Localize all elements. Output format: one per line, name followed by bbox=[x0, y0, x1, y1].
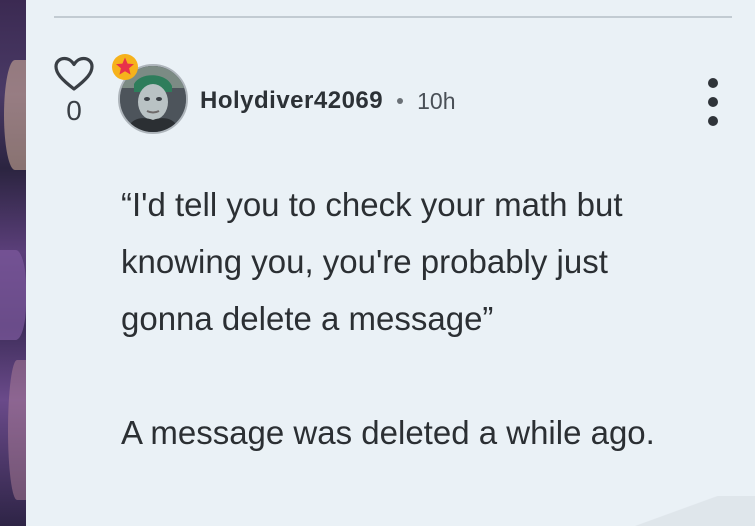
comment-screen: 0 Holydiver42069 10h “I'd tell you to ch… bbox=[0, 0, 755, 526]
separator-dot bbox=[397, 98, 404, 104]
avatar-container[interactable] bbox=[112, 54, 188, 134]
timestamp: 10h bbox=[417, 87, 456, 114]
comment-line: gonna delete a message” bbox=[121, 300, 494, 337]
more-vertical-icon bbox=[708, 116, 718, 126]
like-count: 0 bbox=[66, 95, 82, 126]
username[interactable]: Holydiver42069 bbox=[200, 87, 383, 115]
background-artwork-strip bbox=[0, 0, 26, 526]
comment-note: A message was deleted a while ago. bbox=[121, 414, 655, 451]
artwork-shape bbox=[0, 250, 26, 340]
more-options-button[interactable] bbox=[700, 78, 726, 126]
more-vertical-icon bbox=[708, 97, 718, 107]
comment-body: “I'd tell you to check your math but kno… bbox=[121, 176, 721, 461]
like-button[interactable] bbox=[52, 56, 96, 92]
artwork-shape bbox=[8, 360, 26, 500]
bottom-shadow bbox=[595, 496, 755, 526]
heart-outline-icon bbox=[54, 56, 94, 91]
comment-header: Holydiver42069 10h bbox=[200, 86, 455, 116]
comment-line: “I'd tell you to check your math but bbox=[121, 186, 623, 223]
comment-divider bbox=[54, 16, 732, 18]
star-badge-icon bbox=[112, 54, 138, 80]
comment-line: knowing you, you're probably just bbox=[121, 243, 608, 280]
more-vertical-icon bbox=[708, 78, 718, 88]
artwork-shape bbox=[4, 60, 26, 170]
like-column: 0 bbox=[52, 56, 96, 126]
